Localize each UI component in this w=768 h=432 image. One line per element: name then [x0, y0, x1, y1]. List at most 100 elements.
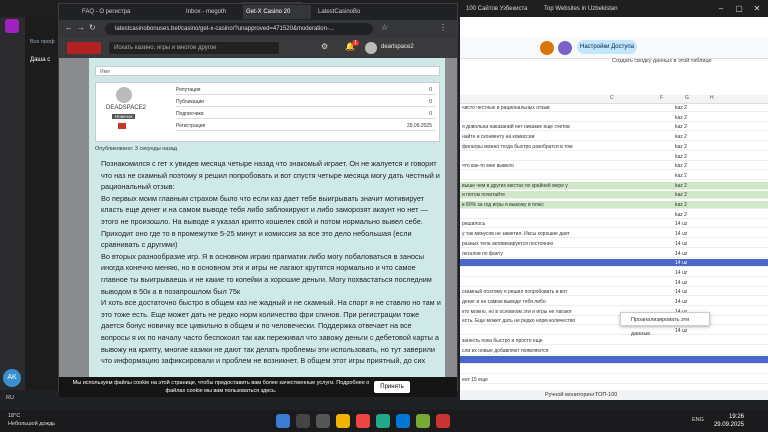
table-row[interactable] [460, 366, 768, 374]
table-row[interactable]: в 80% за год игры я вывожу в плюс kaz 2 [460, 201, 768, 209]
posted-time: Опубликовано: 3 секунды назад [95, 146, 178, 152]
cell-text: в 80% за год игры я вывожу в плюс [462, 202, 544, 208]
table-row[interactable]: 14 uz [460, 279, 768, 287]
close-icon[interactable]: ✕ [748, 0, 766, 17]
profile-box: DEADSPACE2 Новичок Репутация 0 Публикации… [95, 82, 440, 142]
cell-text: решилось [462, 221, 486, 228]
author-name[interactable]: DEADSPACE2 [106, 105, 146, 111]
table-row[interactable]: что как-то мне вывело kaz 2 [460, 162, 768, 171]
os-tab-100-sites[interactable]: 100 Сайтов Узбекиста [462, 2, 532, 16]
chrome-icon[interactable] [356, 414, 370, 428]
browser-tab-latest[interactable]: LatestCasinoBo [315, 5, 381, 19]
start-icon[interactable] [276, 414, 290, 428]
user-avatar[interactable] [365, 42, 377, 54]
app-icon-2[interactable] [416, 414, 430, 428]
language-label[interactable]: RU [6, 395, 14, 401]
file-explorer-icon[interactable] [336, 414, 350, 428]
table-row[interactable]: денег и на самом выводе тебя либо 14 uz [460, 298, 768, 306]
minimize-icon[interactable]: – [712, 0, 730, 17]
table-row[interactable] [460, 356, 768, 365]
table-row[interactable]: скамный поэтому я решил попробовать и во… [460, 288, 768, 297]
sheet-grid[interactable]: чисто честных и рациональных отзыв kaz 2 k… [460, 104, 768, 390]
table-row[interactable]: и потом почитайте kaz 2 [460, 191, 768, 200]
browser-tab-getx[interactable]: Get-X Casino 20 [243, 5, 311, 19]
cell-text: ент 15 еще [462, 376, 488, 383]
site-logo[interactable] [67, 42, 101, 54]
language-indicator[interactable]: ENG [692, 417, 704, 423]
cell-text: у так минусов не заметил. Иксы хорошие д… [462, 231, 570, 238]
user-avatar-icon-2[interactable] [558, 41, 572, 55]
browser-tab-faq[interactable]: FAQ - О регистра [79, 5, 139, 19]
table-row[interactable]: фильтры можно тогда быстро разобратся в … [460, 143, 768, 151]
cell-text: скамный поэтому я решил попробовать и во… [462, 289, 568, 296]
reload-icon[interactable]: ↻ [89, 23, 96, 32]
weather-widget[interactable]: 18°C Небольшой дождь [8, 413, 55, 428]
table-row[interactable]: kaz 2 [460, 114, 768, 122]
gear-icon[interactable]: ⚙ [321, 42, 328, 51]
star-icon[interactable]: ☆ [381, 23, 388, 32]
sheet-tab-top100[interactable]: ТОП-100 [595, 390, 617, 400]
table-row[interactable]: 14 uz [460, 269, 768, 277]
cell-value: 14 uz [675, 240, 688, 247]
cell-value: 14 uz [675, 279, 688, 286]
cell-value: 14 uz [675, 231, 688, 238]
analyze-data-popup[interactable]: Проанализировать эти данные [620, 312, 710, 337]
table-row[interactable]: kaz 2 [460, 211, 768, 219]
table-row[interactable]: разных тела активизируется постоянно 14 u… [460, 240, 768, 248]
search-icon[interactable] [296, 414, 310, 428]
site-search-input[interactable]: Искать казино, игры и многое другое [109, 42, 279, 54]
task-view-icon[interactable] [316, 414, 330, 428]
username[interactable]: dearlspace2 [381, 44, 414, 50]
sheet-column-headers: C F G H [460, 95, 768, 104]
review-card: Имя DEADSPACE2 Новичок Репутация 0 Публик… [89, 58, 445, 391]
table-row[interactable]: найте и сконвенту на комиссии kaz 2 [460, 133, 768, 142]
table-row[interactable]: есть. Еще может дать не редко норм колич… [460, 317, 768, 326]
review-paragraph: Познакомился с гет х увидев месяца четыр… [101, 159, 440, 192]
table-row[interactable]: kaz 2 [460, 172, 768, 180]
table-row[interactable]: сли их новые добавляют появляются [460, 347, 768, 355]
name-field[interactable]: Имя [95, 66, 440, 76]
address-input[interactable]: latestcasinobonuses.bet/casino/get-x-cas… [105, 23, 373, 35]
cell-text: сли их новые добавляют появляются [462, 347, 549, 354]
cell-value: kaz 2 [675, 192, 687, 199]
table-row[interactable]: 14 uz [460, 259, 768, 268]
cell-value: kaz 2 [675, 105, 687, 111]
app-icon[interactable] [376, 414, 390, 428]
table-row[interactable]: легалов по факту 14 uz [460, 250, 768, 258]
table-row[interactable]: выше чем в других местах по крайней мере… [460, 181, 768, 190]
clock[interactable]: 19:26 29.09.2025 [714, 413, 744, 429]
sheet-tab-monitoring[interactable]: Ручной мониторинг [545, 390, 595, 400]
browser-tab-inbox[interactable]: Inbox - megoth [183, 5, 235, 19]
cell-value: 14 uz [675, 250, 688, 257]
app-icon-3[interactable] [436, 414, 450, 428]
app-logo-icon[interactable] [5, 19, 19, 33]
maximize-icon[interactable]: ▢ [730, 0, 748, 17]
stat-reputation: Репутация 0 [176, 85, 436, 95]
stat-followers: Подписчики 0 [176, 109, 436, 119]
table-row[interactable]: kaz 2 [460, 153, 768, 161]
table-row[interactable]: кто можно, но в основном эти и игры не л… [460, 308, 768, 316]
user-avatar-icon[interactable] [540, 41, 554, 55]
table-row[interactable]: чисто честных и рациональных отзыв kaz 2 [460, 104, 768, 112]
summary-hint[interactable]: Создать сводку данных в этой таблице [612, 58, 712, 64]
cell-text: фильтры можно тогда быстро разобратся в … [462, 143, 573, 150]
table-row[interactable]: решилось 14 uz [460, 220, 768, 229]
edge-icon[interactable] [396, 414, 410, 428]
stat-posts: Публикации 0 [176, 97, 436, 107]
table-row[interactable]: ент 15 еще [460, 376, 768, 384]
cell-value: 14 uz [675, 269, 688, 276]
share-settings-button[interactable]: Настройки Доступа [577, 40, 637, 54]
table-row[interactable]: 14 uz [460, 327, 768, 336]
accept-cookies-button[interactable]: Принять [374, 381, 410, 393]
menu-icon[interactable]: ⋮ [439, 23, 447, 32]
table-row[interactable]: я довольна наказаний нет никаких еще сче… [460, 123, 768, 132]
os-tab-top-websites[interactable]: Top Websites in Uzbekistan [540, 2, 620, 16]
forward-icon[interactable]: → [77, 23, 85, 32]
table-row[interactable]: занесть пока быстро и просто еще [460, 337, 768, 345]
table-row[interactable]: у так минусов не заметил. Иксы хорошие д… [460, 230, 768, 239]
notification-badge: 1 [352, 40, 359, 46]
cell-text: кто можно, но в основном эти и игры не л… [462, 308, 572, 315]
back-icon[interactable]: ← [65, 23, 73, 32]
left-app-subtitle: Все проф [30, 39, 55, 45]
avatar[interactable]: AK [3, 369, 21, 387]
